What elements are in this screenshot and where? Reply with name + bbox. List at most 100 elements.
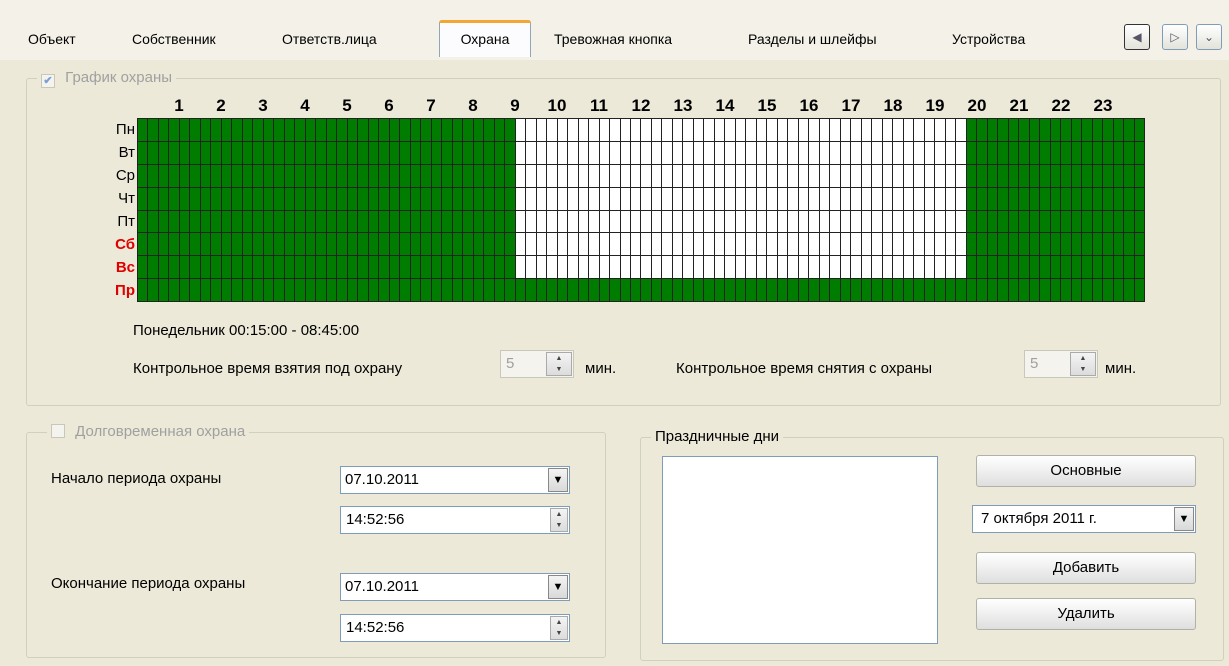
schedule-cell[interactable]	[798, 141, 809, 164]
schedule-cell[interactable]	[148, 119, 158, 141]
schedule-cell[interactable]	[861, 187, 872, 210]
schedule-cell[interactable]	[1082, 119, 1092, 141]
schedule-cell[interactable]	[179, 141, 190, 164]
schedule-cell[interactable]	[935, 141, 945, 164]
schedule-cell[interactable]	[158, 119, 169, 141]
schedule-cell[interactable]	[473, 141, 484, 164]
schedule-cell[interactable]	[651, 256, 662, 279]
schedule-cell[interactable]	[987, 233, 998, 256]
schedule-cell[interactable]	[998, 279, 1008, 301]
chevron-down-icon[interactable]: ▼	[548, 575, 568, 599]
schedule-cell[interactable]	[431, 187, 442, 210]
schedule-cell[interactable]	[431, 256, 442, 279]
schedule-cell[interactable]	[200, 187, 211, 210]
tab-security[interactable]: Охрана	[439, 20, 531, 57]
schedule-cell[interactable]	[777, 279, 788, 301]
schedule-cell[interactable]	[872, 164, 882, 187]
schedule-cell[interactable]	[956, 233, 966, 256]
schedule-cell[interactable]	[998, 210, 1008, 233]
schedule-cell[interactable]	[610, 210, 620, 233]
schedule-cell[interactable]	[1050, 233, 1061, 256]
schedule-cell[interactable]	[631, 141, 641, 164]
schedule-cell[interactable]	[368, 256, 379, 279]
schedule-cell[interactable]	[599, 187, 610, 210]
schedule-cell[interactable]	[463, 119, 473, 141]
schedule-cell[interactable]	[893, 210, 903, 233]
schedule-cell[interactable]	[211, 279, 221, 301]
schedule-cell[interactable]	[442, 187, 452, 210]
schedule-cell[interactable]	[631, 233, 641, 256]
schedule-cell[interactable]	[893, 233, 903, 256]
schedule-cell[interactable]	[798, 119, 809, 141]
schedule-cell[interactable]	[631, 210, 641, 233]
end-time-stepper[interactable]: ▲▼	[340, 614, 570, 642]
schedule-cell[interactable]	[389, 119, 400, 141]
schedule-cell[interactable]	[494, 279, 505, 301]
schedule-cell[interactable]	[263, 141, 274, 164]
schedule-cell[interactable]	[505, 164, 515, 187]
schedule-cell[interactable]	[809, 119, 819, 141]
schedule-cell[interactable]	[714, 279, 725, 301]
schedule-cell[interactable]	[672, 187, 683, 210]
schedule-cell[interactable]	[484, 233, 494, 256]
schedule-cell[interactable]	[756, 187, 767, 210]
schedule-cell[interactable]	[819, 119, 830, 141]
schedule-cell[interactable]	[494, 141, 505, 164]
schedule-cell[interactable]	[1092, 187, 1103, 210]
schedule-cell[interactable]	[882, 256, 893, 279]
schedule-cell[interactable]	[274, 233, 284, 256]
schedule-cell[interactable]	[767, 256, 777, 279]
schedule-cell[interactable]	[893, 279, 903, 301]
schedule-cell[interactable]	[788, 279, 798, 301]
schedule-cell[interactable]	[966, 164, 977, 187]
schedule-cell[interactable]	[263, 210, 274, 233]
schedule-cell[interactable]	[756, 119, 767, 141]
schedule-cell[interactable]	[200, 233, 211, 256]
schedule-cell[interactable]	[421, 279, 431, 301]
schedule-cell[interactable]	[578, 256, 589, 279]
schedule-cell[interactable]	[326, 279, 337, 301]
schedule-cell[interactable]	[1050, 164, 1061, 187]
schedule-cell[interactable]	[232, 210, 242, 233]
schedule-cell[interactable]	[316, 233, 326, 256]
schedule-cell[interactable]	[914, 164, 924, 187]
stepper-arrows-icon[interactable]: ▲ ▼	[546, 352, 572, 376]
schedule-cell[interactable]	[924, 279, 935, 301]
schedule-cell[interactable]	[1040, 187, 1050, 210]
schedule-cell[interactable]	[861, 164, 872, 187]
schedule-cell[interactable]	[945, 164, 956, 187]
schedule-cell[interactable]	[190, 119, 200, 141]
schedule-cell[interactable]	[693, 210, 704, 233]
schedule-cell[interactable]	[463, 141, 473, 164]
schedule-cell[interactable]	[274, 164, 284, 187]
chevron-down-icon[interactable]: ⌄	[1196, 24, 1222, 50]
schedule-cell[interactable]	[977, 187, 987, 210]
schedule-cell[interactable]	[1019, 279, 1029, 301]
schedule-cell[interactable]	[1008, 256, 1019, 279]
schedule-cell[interactable]	[410, 164, 421, 187]
schedule-cell[interactable]	[683, 233, 693, 256]
schedule-cell[interactable]	[956, 279, 966, 301]
schedule-cell[interactable]	[935, 119, 945, 141]
schedule-cell[interactable]	[1134, 233, 1144, 256]
schedule-cell[interactable]	[589, 279, 599, 301]
schedule-cell[interactable]	[557, 210, 568, 233]
schedule-cell[interactable]	[284, 279, 295, 301]
schedule-cell[interactable]	[1124, 119, 1134, 141]
schedule-cell[interactable]	[421, 256, 431, 279]
schedule-cell[interactable]	[169, 256, 179, 279]
schedule-cell[interactable]	[1050, 119, 1061, 141]
schedule-cell[interactable]	[221, 256, 232, 279]
schedule-cell[interactable]	[861, 256, 872, 279]
schedule-cell[interactable]	[232, 187, 242, 210]
schedule-cell[interactable]	[819, 210, 830, 233]
schedule-cell[interactable]	[358, 279, 368, 301]
schedule-cell[interactable]	[1113, 141, 1124, 164]
schedule-cell[interactable]	[337, 164, 347, 187]
tab-object[interactable]: Объект	[22, 24, 82, 54]
schedule-checkbox[interactable]: ✔	[41, 74, 55, 88]
schedule-cell[interactable]	[284, 141, 295, 164]
schedule-cell[interactable]	[389, 279, 400, 301]
schedule-cell[interactable]	[295, 233, 305, 256]
schedule-cell[interactable]	[966, 141, 977, 164]
